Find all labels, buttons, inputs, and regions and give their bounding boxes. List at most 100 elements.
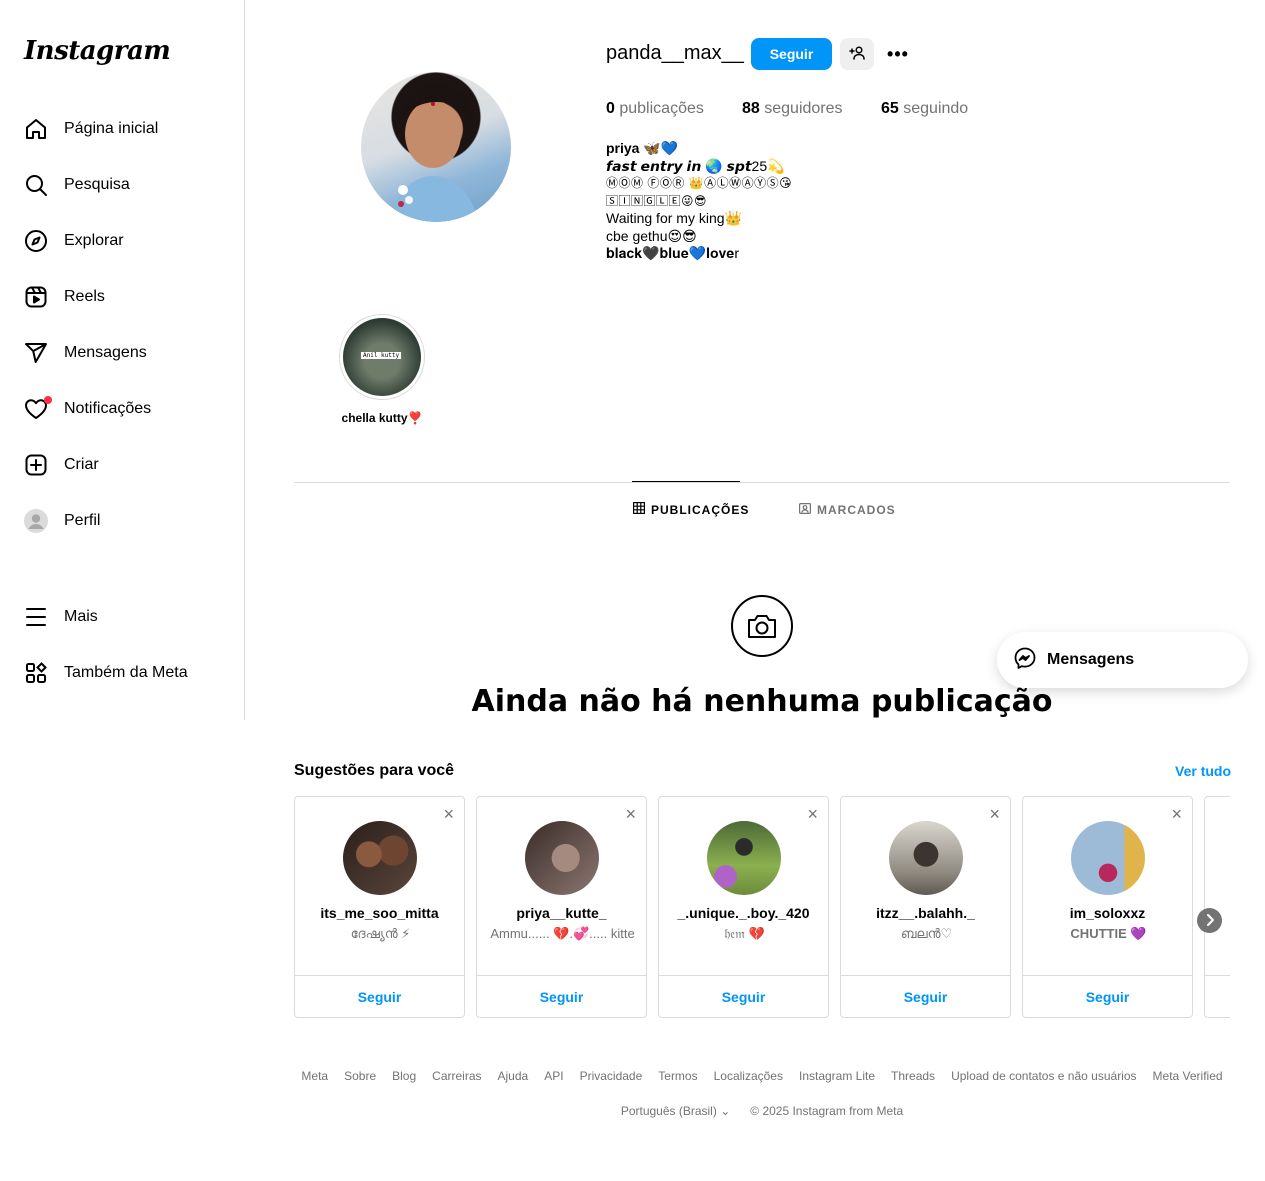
suggestion-follow-button[interactable]: Seguir (295, 977, 464, 1017)
footer-link[interactable]: Threads (891, 1069, 935, 1083)
footer-link[interactable]: Blog (392, 1069, 416, 1083)
sidebar-item-notifications[interactable]: Notificações (12, 385, 234, 433)
footer-link[interactable]: Carreiras (432, 1069, 481, 1083)
sidebar-item-more[interactable]: Mais (12, 593, 234, 641)
posts-count: 0 publicações (606, 100, 704, 118)
suggestion-avatar[interactable] (707, 821, 781, 895)
suggestion-avatar[interactable] (525, 821, 599, 895)
instagram-logo[interactable]: Instagram (24, 36, 171, 66)
add-person-icon (849, 45, 865, 64)
card-divider (295, 975, 464, 976)
close-icon[interactable]: × (807, 805, 818, 823)
following-count-value: 65 (881, 100, 899, 117)
suggestion-username[interactable]: priya__kutte_ (477, 905, 646, 921)
suggestion-username[interactable]: _.unique._.boy._420 (659, 905, 828, 921)
suggestion-follow-button[interactable]: Seguir (1023, 977, 1192, 1017)
footer-bottom: Português (Brasil) ⌄ © 2025 Instagram fr… (294, 1104, 1230, 1118)
sidebar-item-messages[interactable]: Mensagens (12, 329, 234, 377)
sidebar-item-home[interactable]: Página inicial (12, 105, 234, 153)
grid-icon (633, 502, 646, 517)
close-icon[interactable]: × (625, 805, 636, 823)
see-all-link[interactable]: Ver tudo (1175, 763, 1231, 779)
more-options-button[interactable]: ••• (884, 42, 912, 66)
send-icon (24, 341, 48, 365)
camera-icon (731, 595, 793, 657)
following-link[interactable]: 65 seguindo (881, 100, 968, 118)
suggestion-follow-button[interactable]: Seguir (477, 977, 646, 1017)
footer-link[interactable]: Meta (301, 1069, 328, 1083)
tab-tagged[interactable]: MARCADOS (799, 502, 896, 517)
footer-link[interactable]: Instagram Lite (799, 1069, 875, 1083)
footer-link[interactable]: Sobre (344, 1069, 376, 1083)
card-divider (841, 975, 1010, 976)
footer-link[interactable]: Meta Verified (1153, 1069, 1223, 1083)
suggestion-follow-button[interactable]: Seguir (841, 977, 1010, 1017)
suggestion-card: × im_soloxxz CHUTTIE 💜 Seguir (1022, 796, 1193, 1018)
footer-link[interactable]: Termos (658, 1069, 697, 1083)
suggestion-username[interactable]: im_soloxxz (1023, 905, 1192, 921)
bio-line: cbe gethu😍😎 (606, 227, 697, 244)
suggestions-title: Sugestões para você (294, 762, 455, 779)
avatar-icon (24, 509, 48, 533)
profile-avatar[interactable] (361, 72, 511, 222)
sidebar-item-label: Explorar (64, 232, 124, 249)
carousel-next-button[interactable] (1197, 908, 1222, 933)
suggestion-card-partial (1204, 796, 1230, 1018)
suggestion-subtitle: ദേഷ്യൻ ⚡ (350, 926, 411, 941)
profile-username: panda__max__ (606, 42, 744, 64)
suggestion-username[interactable]: itzz__.balahh._ (841, 905, 1010, 921)
card-divider (477, 975, 646, 976)
ellipsis-icon: ••• (887, 43, 909, 64)
search-icon (24, 173, 48, 197)
copyright: © 2025 Instagram from Meta (750, 1104, 904, 1118)
sidebar-item-label: Também da Meta (64, 664, 188, 681)
tagged-icon (799, 502, 812, 517)
home-icon (24, 117, 48, 141)
suggestion-avatar[interactable] (889, 821, 963, 895)
profile-bio: priya 🦋💙 𝙛𝙖𝙨𝙩 𝙚𝙣𝙩𝙧𝙮 𝙞𝙣 🌏 𝙨𝙥𝙩25💫 ⓂⓄⓂ ⒻⓄⓇ … (606, 140, 792, 263)
tab-posts[interactable]: PUBLICAÇÕES (633, 502, 749, 517)
bio-name: priya 🦋💙 (606, 140, 679, 156)
posts-count-value: 0 (606, 100, 615, 117)
suggestion-avatar[interactable] (343, 821, 417, 895)
sidebar-item-also-from-meta[interactable]: Também da Meta (12, 649, 234, 697)
suggestion-avatar[interactable] (1071, 821, 1145, 895)
suggestion-username[interactable]: its_me_soo_mitta (295, 905, 464, 921)
language-selector[interactable]: Português (Brasil) ⌄ (621, 1104, 730, 1118)
sidebar-item-explore[interactable]: Explorar (12, 217, 234, 265)
notification-dot (44, 396, 52, 404)
story-highlight[interactable]: Anil kutty (339, 314, 425, 400)
follow-button[interactable]: Seguir (751, 38, 832, 70)
close-icon[interactable]: × (1171, 805, 1182, 823)
reels-icon (24, 285, 48, 309)
sidebar-item-create[interactable]: Criar (12, 441, 234, 489)
footer-link[interactable]: API (544, 1069, 563, 1083)
footer-link[interactable]: Ajuda (498, 1069, 529, 1083)
messages-floating-button[interactable]: Mensagens (997, 632, 1248, 688)
sidebar-item-label: Pesquisa (64, 176, 130, 193)
close-icon[interactable]: × (443, 805, 454, 823)
footer-link[interactable]: Localizações (714, 1069, 783, 1083)
heart-icon (24, 396, 52, 421)
suggestion-card: × its_me_soo_mitta ദേഷ്യൻ ⚡ Seguir (294, 796, 465, 1018)
bio-line: Waiting for my king👑 (606, 210, 742, 226)
language-label: Português (Brasil) (620, 1104, 717, 1118)
sidebar-item-search[interactable]: Pesquisa (12, 161, 234, 209)
menu-icon (24, 605, 48, 629)
compass-icon (24, 229, 48, 253)
followers-link[interactable]: 88 seguidores (742, 100, 843, 118)
suggestion-subtitle: CHUTTIE 💜 (1070, 926, 1147, 941)
footer-link[interactable]: Privacidade (580, 1069, 643, 1083)
close-icon[interactable]: × (989, 805, 1000, 823)
posts-count-label: publicações (619, 100, 704, 117)
suggestion-follow-button[interactable]: Seguir (659, 977, 828, 1017)
sidebar-item-reels[interactable]: Reels (12, 273, 234, 321)
suggested-accounts-button[interactable] (840, 38, 874, 70)
suggestion-subtitle: ബലൻ♡ (900, 926, 953, 941)
sidebar-item-profile[interactable]: Perfil (12, 497, 234, 545)
footer-link[interactable]: Upload de contatos e não usuários (951, 1069, 1136, 1083)
highlight-cover-text: Anil kutty (361, 352, 402, 359)
suggestion-card: × _.unique._.boy._420 𝔥𝔢𝔪 💔 Seguir (658, 796, 829, 1018)
active-tab-indicator (632, 481, 740, 482)
sidebar-item-label: Criar (64, 456, 99, 473)
